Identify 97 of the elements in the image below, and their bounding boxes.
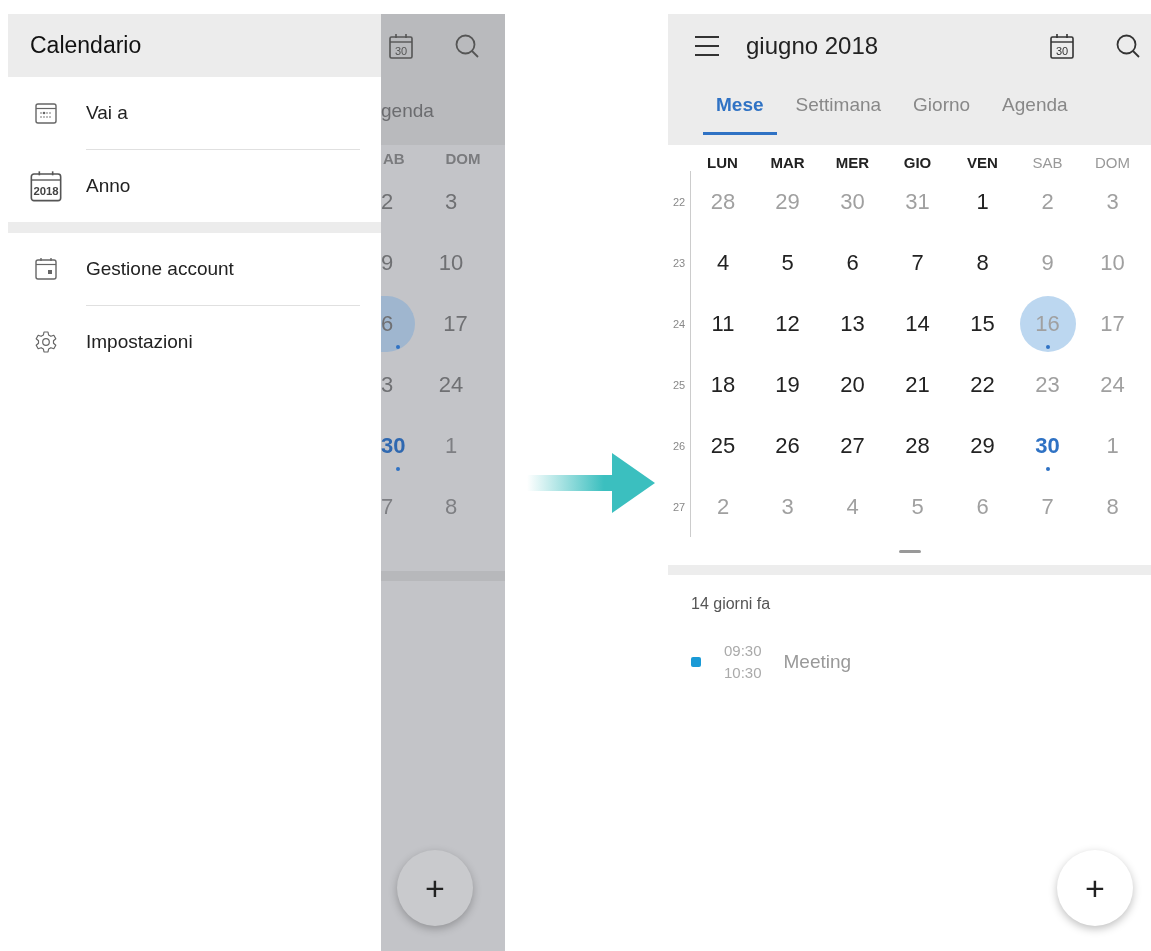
week-number: 22 — [671, 195, 687, 208]
weekday-label: MER — [834, 154, 871, 171]
weekday-label: DOM — [1094, 154, 1131, 171]
day-cell[interactable]: 1 — [1080, 417, 1145, 474]
day-cell[interactable]: 6 — [381, 295, 415, 352]
view-tab[interactable]: Agenda — [1002, 77, 1068, 135]
drawer-item[interactable]: Gestione account — [8, 233, 381, 305]
day-cell[interactable]: 2 — [691, 478, 755, 535]
add-button[interactable]: + — [397, 850, 473, 926]
day-cell[interactable]: 14 — [885, 295, 950, 352]
event-end-time: 10:30 — [724, 663, 762, 683]
week-number: 23 — [671, 256, 687, 269]
calendar-icon — [34, 257, 58, 281]
day-cell[interactable]: 6 — [820, 234, 885, 291]
weekday-label: SAB — [1031, 154, 1064, 171]
week-number: 26 — [671, 439, 687, 452]
event-title: Meeting — [783, 651, 852, 673]
day-cell[interactable]: 17 — [425, 295, 486, 352]
day-cell[interactable]: 27 — [820, 417, 885, 474]
day-cell[interactable]: 3 — [1080, 173, 1145, 230]
day-cell[interactable]: 24 — [1080, 356, 1145, 413]
day-cell[interactable]: 3 — [381, 356, 415, 413]
day-cell[interactable]: 2 — [1015, 173, 1080, 230]
view-tab[interactable]: Mese — [703, 77, 777, 135]
day-cell[interactable]: 6 — [950, 478, 1015, 535]
day-cell[interactable]: 11 — [691, 295, 755, 352]
add-button[interactable]: + — [1057, 850, 1133, 926]
day-cell[interactable]: 3 — [755, 478, 820, 535]
day-cell[interactable]: 12 — [755, 295, 820, 352]
day-cell[interactable]: 7 — [381, 478, 415, 535]
day-cell[interactable]: 17 — [1080, 295, 1145, 352]
day-cell[interactable]: 2 — [381, 173, 415, 230]
day-cell[interactable]: 30 — [381, 417, 415, 474]
day-cell[interactable]: 13 — [820, 295, 885, 352]
day-cell[interactable]: 25 — [691, 417, 755, 474]
day-cell[interactable]: 31 — [885, 173, 950, 230]
week-number: 25 — [671, 378, 687, 391]
calendar-icon[interactable]: 30 — [1049, 32, 1075, 59]
day-cell[interactable]: 16 — [1019, 295, 1076, 352]
weekday-label: VEN — [966, 154, 999, 171]
view-tab[interactable]: Giorno — [913, 77, 971, 135]
day-cell[interactable]: 1 — [950, 173, 1015, 230]
view-tab[interactable]: Settimana — [795, 77, 882, 135]
week-number: 27 — [671, 500, 687, 513]
day-cell[interactable]: 21 — [885, 356, 950, 413]
day-cell[interactable]: 7 — [885, 234, 950, 291]
event-start-time: 09:30 — [724, 641, 762, 661]
day-cell[interactable]: 5 — [755, 234, 820, 291]
drawer-title: Calendario — [30, 32, 142, 59]
calendar-icon: 2018 — [30, 170, 62, 202]
day-cell[interactable]: 7 — [1015, 478, 1080, 535]
menu-icon[interactable] — [694, 34, 720, 57]
event-item[interactable]: 09:30 10:30 Meeting — [691, 638, 891, 686]
day-cell[interactable]: 30 — [1015, 417, 1080, 474]
day-cell[interactable]: 9 — [381, 234, 415, 291]
day-cell[interactable]: 3 — [421, 173, 481, 230]
weekday-label: AB — [382, 149, 406, 167]
day-cell[interactable]: 4 — [820, 478, 885, 535]
day-cell[interactable]: 10 — [1080, 234, 1145, 291]
day-cell[interactable]: 19 — [755, 356, 820, 413]
arrow-icon — [526, 452, 657, 513]
day-cell[interactable]: 26 — [755, 417, 820, 474]
day-cell[interactable]: 15 — [950, 295, 1015, 352]
day-cell[interactable]: 28 — [885, 417, 950, 474]
day-cell[interactable]: 18 — [691, 356, 755, 413]
day-cell[interactable]: 23 — [1015, 356, 1080, 413]
day-cell[interactable]: 28 — [691, 173, 755, 230]
day-cell[interactable]: 24 — [421, 356, 481, 413]
weekday-label: MAR — [769, 154, 806, 171]
day-cell[interactable]: 8 — [421, 478, 481, 535]
day-cell[interactable]: 22 — [950, 356, 1015, 413]
drawer-item[interactable]: Vai a — [8, 77, 381, 149]
day-cell[interactable]: 30 — [820, 173, 885, 230]
weekday-label: LUN — [706, 154, 739, 171]
agenda-heading: 14 giorni fa — [691, 595, 772, 613]
week-number: 24 — [671, 317, 687, 330]
calendar-icon[interactable]: 30 — [388, 32, 414, 59]
calendar-icon — [34, 101, 58, 125]
drawer-item[interactable]: Impostazioni — [8, 306, 381, 378]
drawer-item[interactable]: 2018 Anno — [8, 150, 381, 222]
tab[interactable]: genda — [381, 100, 434, 122]
search-icon[interactable] — [1115, 32, 1141, 59]
day-cell[interactable]: 29 — [950, 417, 1015, 474]
weekday-label: GIO — [902, 154, 933, 171]
settings-icon — [34, 330, 58, 354]
day-cell[interactable]: 9 — [1015, 234, 1080, 291]
day-cell[interactable]: 8 — [1080, 478, 1145, 535]
weekday-label: DOM — [444, 149, 482, 167]
day-cell[interactable]: 20 — [820, 356, 885, 413]
day-cell[interactable]: 4 — [691, 234, 755, 291]
drag-handle[interactable] — [899, 549, 921, 553]
day-cell[interactable]: 1 — [421, 417, 481, 474]
day-cell[interactable]: 10 — [421, 234, 481, 291]
day-cell[interactable]: 8 — [950, 234, 1015, 291]
day-cell[interactable]: 29 — [755, 173, 820, 230]
day-cell[interactable]: 5 — [885, 478, 950, 535]
month-title: giugno 2018 — [746, 31, 879, 60]
